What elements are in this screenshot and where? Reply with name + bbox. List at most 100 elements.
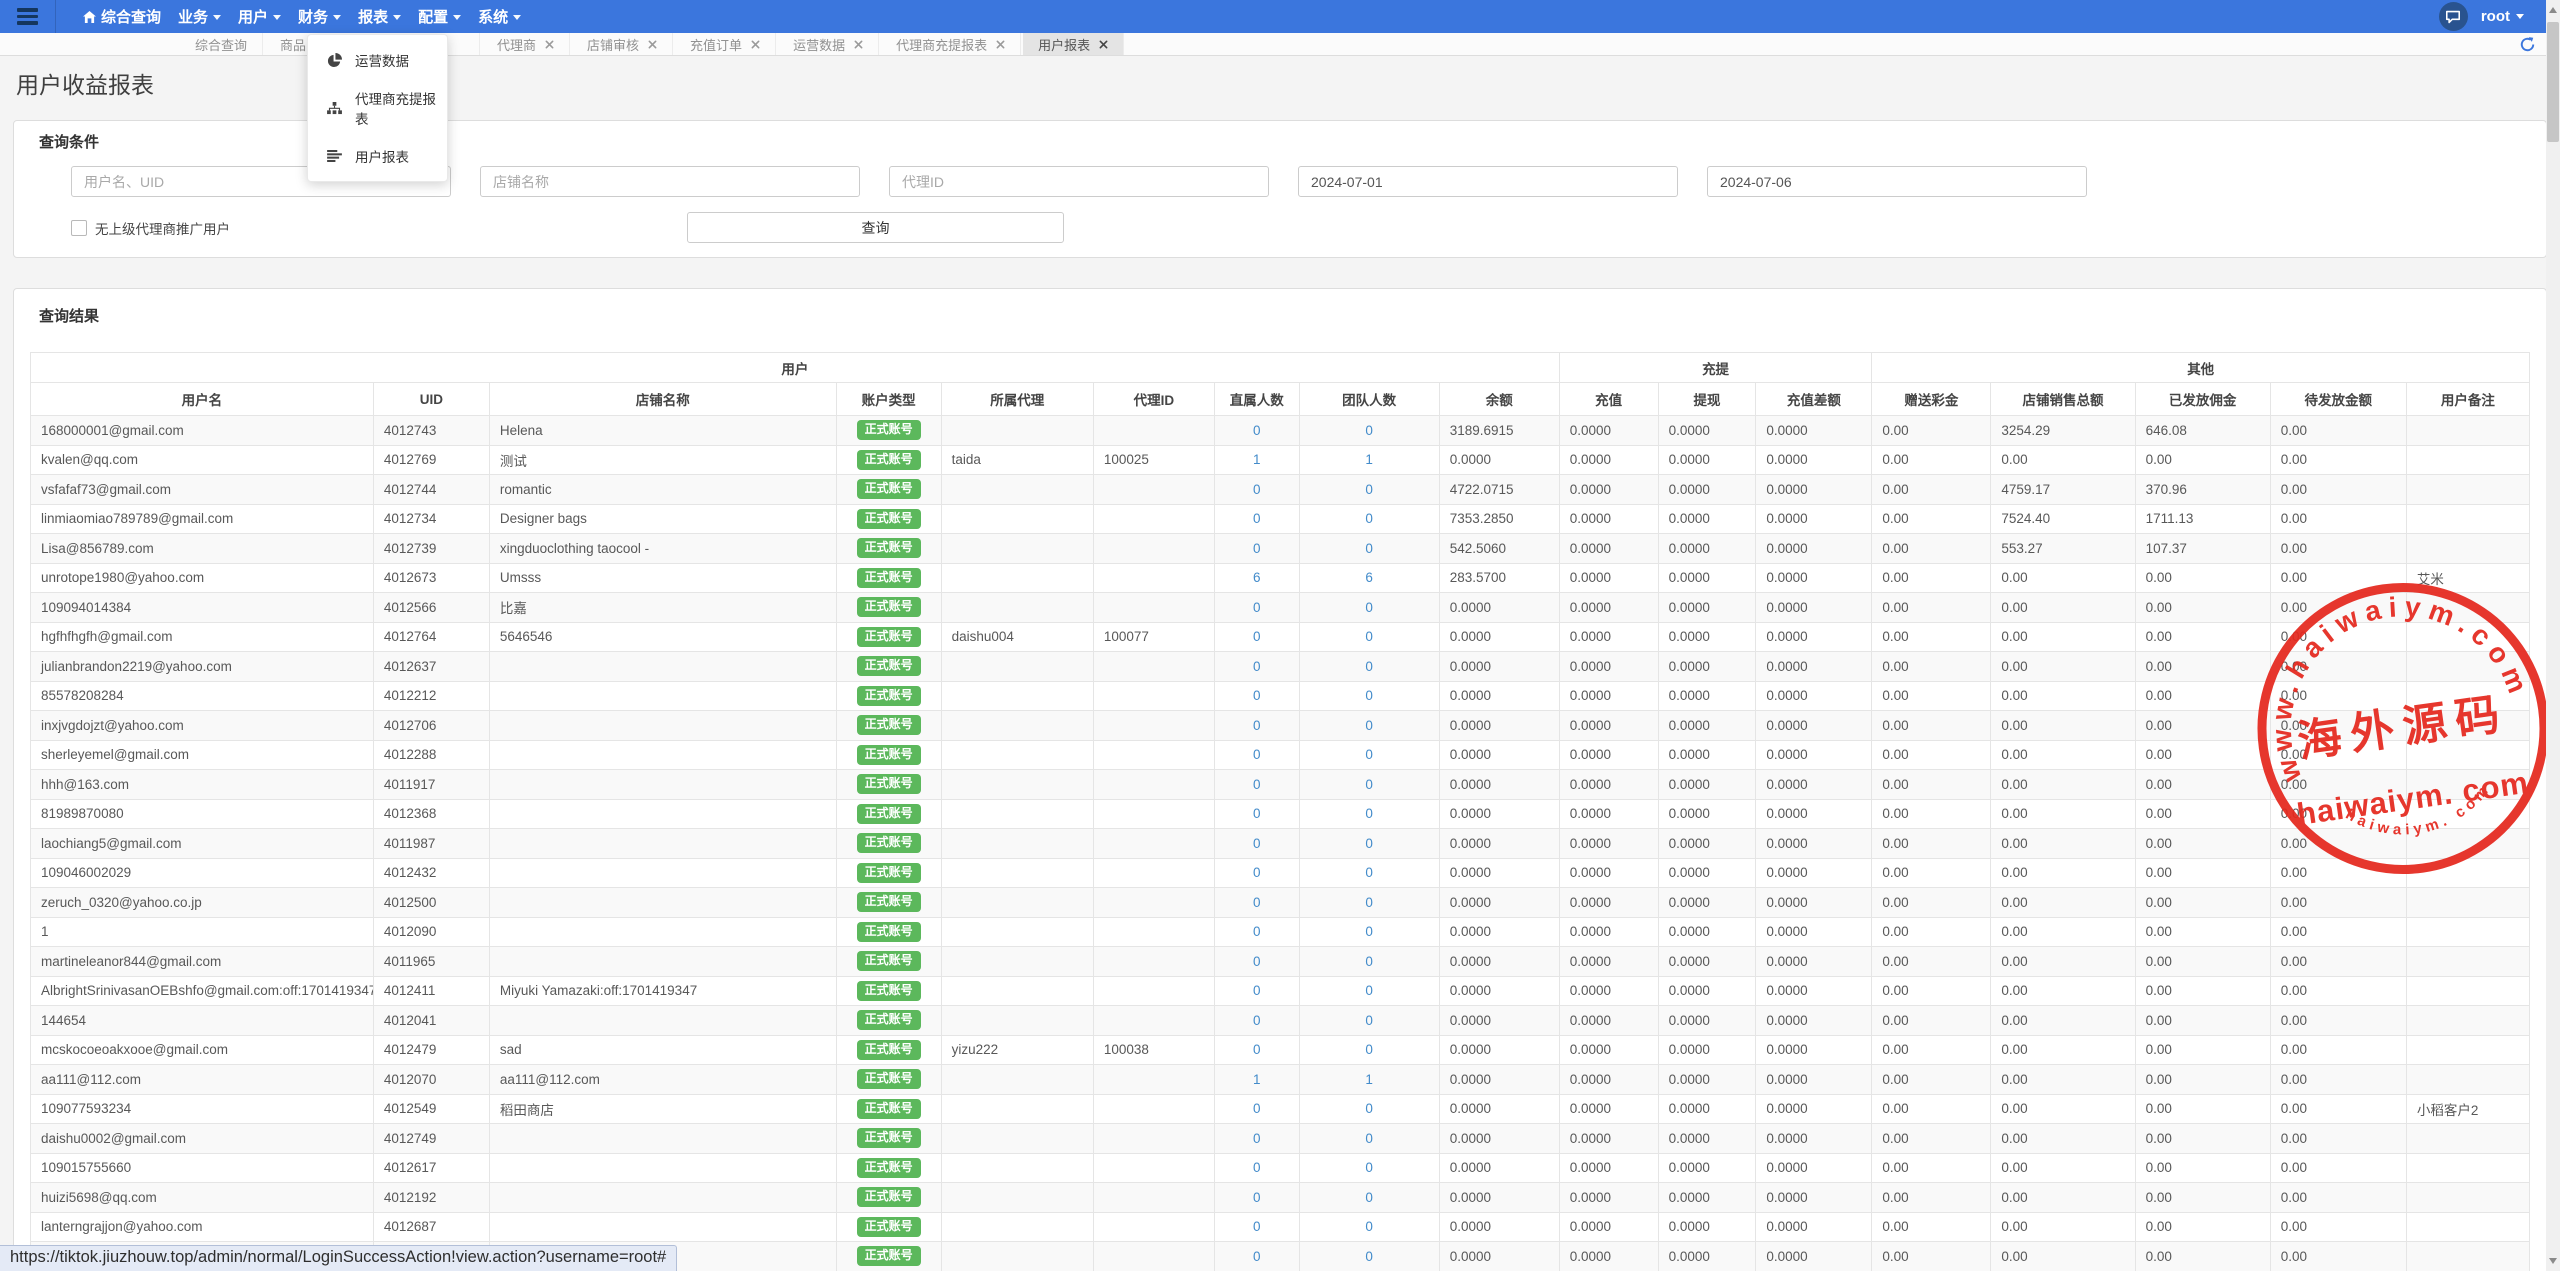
tab-close-icon[interactable] bbox=[545, 40, 554, 49]
team-count-link[interactable]: 0 bbox=[1365, 1101, 1373, 1116]
direct-count-link[interactable]: 0 bbox=[1253, 806, 1261, 821]
dropdown-item-1[interactable]: 代理商充提报表 bbox=[308, 79, 447, 137]
team-count-link[interactable]: 1 bbox=[1365, 452, 1373, 467]
team-count-link[interactable]: 0 bbox=[1365, 659, 1373, 674]
direct-count-link[interactable]: 0 bbox=[1253, 541, 1261, 556]
nav-item-label: 报表 bbox=[358, 6, 388, 27]
nav-item-2[interactable]: 用户 bbox=[238, 0, 281, 33]
direct-count-link[interactable]: 0 bbox=[1253, 747, 1261, 762]
team-count-link[interactable]: 0 bbox=[1365, 954, 1373, 969]
team-count-link[interactable]: 0 bbox=[1365, 865, 1373, 880]
team-count-link[interactable]: 0 bbox=[1365, 983, 1373, 998]
team-count-link[interactable]: 0 bbox=[1365, 895, 1373, 910]
direct-count-link[interactable]: 0 bbox=[1253, 1190, 1261, 1205]
dropdown-item-label: 运营数据 bbox=[355, 50, 409, 70]
team-count-link[interactable]: 0 bbox=[1365, 747, 1373, 762]
team-count-link[interactable]: 0 bbox=[1365, 688, 1373, 703]
direct-count-link[interactable]: 0 bbox=[1253, 954, 1261, 969]
team-count-link[interactable]: 0 bbox=[1365, 541, 1373, 556]
tab-4[interactable]: 充值订单 bbox=[675, 33, 776, 55]
direct-count-link[interactable]: 0 bbox=[1253, 836, 1261, 851]
tab-7[interactable]: 用户报表 bbox=[1023, 33, 1124, 55]
direct-count-link[interactable]: 0 bbox=[1253, 1219, 1261, 1234]
direct-count-link[interactable]: 0 bbox=[1253, 482, 1261, 497]
dropdown-item-2[interactable]: 用户报表 bbox=[308, 137, 447, 175]
direct-count-link[interactable]: 0 bbox=[1253, 688, 1261, 703]
team-count-link[interactable]: 0 bbox=[1365, 423, 1373, 438]
direct-count-link[interactable]: 0 bbox=[1253, 718, 1261, 733]
direct-count-link[interactable]: 0 bbox=[1253, 629, 1261, 644]
direct-count-link[interactable]: 0 bbox=[1253, 1131, 1261, 1146]
team-count-link[interactable]: 0 bbox=[1365, 482, 1373, 497]
tab-close-icon[interactable] bbox=[1099, 40, 1108, 49]
refresh-icon[interactable] bbox=[2519, 36, 2536, 53]
nav-item-1[interactable]: 业务 bbox=[178, 0, 221, 33]
direct-count-link[interactable]: 0 bbox=[1253, 1013, 1261, 1028]
team-count-link[interactable]: 1 bbox=[1365, 1072, 1373, 1087]
tab-2[interactable]: 代理商 bbox=[482, 33, 570, 55]
direct-count-link[interactable]: 0 bbox=[1253, 659, 1261, 674]
nav-item-6[interactable]: 系统 bbox=[478, 0, 521, 33]
no-agent-checkbox[interactable] bbox=[71, 220, 87, 236]
direct-count-link[interactable]: 0 bbox=[1253, 1160, 1261, 1175]
user-menu[interactable]: root bbox=[2481, 8, 2524, 25]
tab-3[interactable]: 店铺审核 bbox=[572, 33, 673, 55]
agent-id-input[interactable] bbox=[889, 166, 1269, 197]
tab-6[interactable]: 代理商充提报表 bbox=[881, 33, 1021, 55]
scrollbar-up-arrow-icon[interactable] bbox=[2546, 2, 2560, 18]
team-count-link[interactable]: 0 bbox=[1365, 1131, 1373, 1146]
nav-item-0[interactable]: 综合查询 bbox=[83, 0, 161, 33]
team-count-link[interactable]: 0 bbox=[1365, 718, 1373, 733]
nav-item-4[interactable]: 报表 bbox=[358, 0, 401, 33]
scrollbar-down-arrow-icon[interactable] bbox=[2546, 1253, 2560, 1269]
team-count-link[interactable]: 0 bbox=[1365, 806, 1373, 821]
team-count-link[interactable]: 0 bbox=[1365, 836, 1373, 851]
team-count-link[interactable]: 0 bbox=[1365, 511, 1373, 526]
tab-close-icon[interactable] bbox=[854, 40, 863, 49]
nav-item-3[interactable]: 财务 bbox=[298, 0, 341, 33]
date-from-input[interactable] bbox=[1298, 166, 1678, 197]
direct-count-link[interactable]: 1 bbox=[1253, 452, 1261, 467]
direct-count-link[interactable]: 0 bbox=[1253, 1042, 1261, 1057]
vertical-scrollbar[interactable] bbox=[2546, 0, 2560, 1271]
direct-count-link[interactable]: 0 bbox=[1253, 423, 1261, 438]
team-count-link[interactable]: 0 bbox=[1365, 600, 1373, 615]
search-button[interactable]: 查询 bbox=[687, 212, 1064, 243]
direct-count-link[interactable]: 0 bbox=[1253, 865, 1261, 880]
direct-count-link[interactable]: 0 bbox=[1253, 983, 1261, 998]
tab-close-icon[interactable] bbox=[751, 40, 760, 49]
dropdown-item-0[interactable]: 运营数据 bbox=[308, 41, 447, 79]
team-count-link[interactable]: 0 bbox=[1365, 1042, 1373, 1057]
direct-count-link[interactable]: 0 bbox=[1253, 600, 1261, 615]
tab-close-icon[interactable] bbox=[648, 40, 657, 49]
shop-name-input[interactable] bbox=[480, 166, 860, 197]
direct-count-link[interactable]: 0 bbox=[1253, 924, 1261, 939]
team-count-link[interactable]: 6 bbox=[1365, 570, 1373, 585]
team-count-link[interactable]: 0 bbox=[1365, 1160, 1373, 1175]
direct-count-link[interactable]: 0 bbox=[1253, 1249, 1261, 1264]
date-to-input[interactable] bbox=[1707, 166, 2087, 197]
nav-item-5[interactable]: 配置 bbox=[418, 0, 461, 33]
tab-0[interactable]: 综合查询 bbox=[180, 33, 263, 55]
chat-button[interactable] bbox=[2439, 2, 2468, 31]
cell-commission-paid: 0.00 bbox=[2135, 1212, 2270, 1242]
tab-close-icon[interactable] bbox=[996, 40, 1005, 49]
team-count-link[interactable]: 0 bbox=[1365, 1219, 1373, 1234]
direct-count-link[interactable]: 6 bbox=[1253, 570, 1261, 585]
team-count-link[interactable]: 0 bbox=[1365, 777, 1373, 792]
hamburger-menu-button[interactable] bbox=[0, 0, 56, 33]
team-count-link[interactable]: 0 bbox=[1365, 1249, 1373, 1264]
scrollbar-thumb[interactable] bbox=[2547, 22, 2559, 142]
cell-shop-sales-total: 0.00 bbox=[1991, 1065, 2135, 1095]
cell-recharge: 0.0000 bbox=[1559, 475, 1658, 505]
team-count-link[interactable]: 0 bbox=[1365, 629, 1373, 644]
team-count-link[interactable]: 0 bbox=[1365, 1013, 1373, 1028]
direct-count-link[interactable]: 1 bbox=[1253, 1072, 1261, 1087]
direct-count-link[interactable]: 0 bbox=[1253, 895, 1261, 910]
direct-count-link[interactable]: 0 bbox=[1253, 511, 1261, 526]
team-count-link[interactable]: 0 bbox=[1365, 1190, 1373, 1205]
team-count-link[interactable]: 0 bbox=[1365, 924, 1373, 939]
direct-count-link[interactable]: 0 bbox=[1253, 777, 1261, 792]
tab-5[interactable]: 运营数据 bbox=[778, 33, 879, 55]
direct-count-link[interactable]: 0 bbox=[1253, 1101, 1261, 1116]
